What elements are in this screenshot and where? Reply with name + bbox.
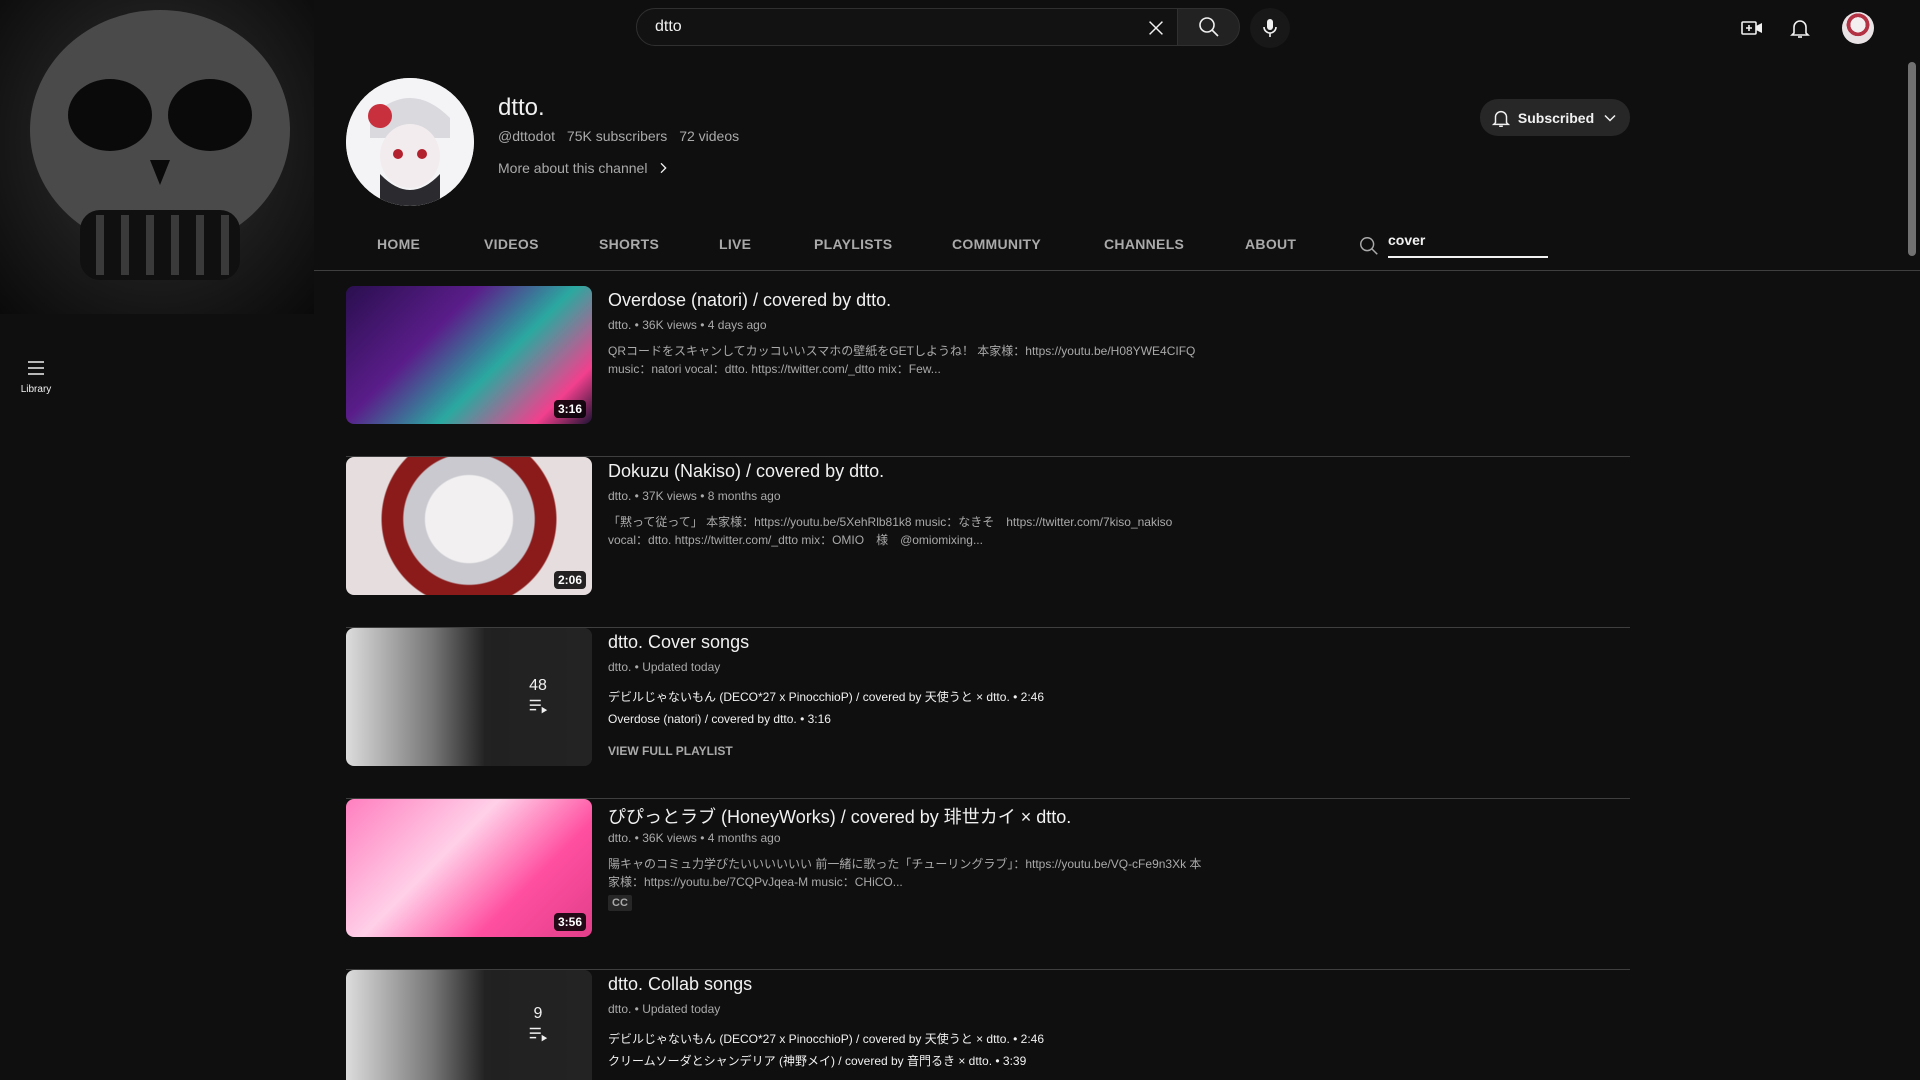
playlist-count-overlay: 9	[484, 970, 592, 1080]
voice-search-button[interactable]	[1250, 8, 1290, 48]
channel-avatar-art	[346, 78, 474, 206]
playlist-items: デビルじゃないもん (DECO*27 x PinocchioP) / cover…	[608, 686, 1044, 730]
create-button[interactable]	[1740, 16, 1764, 40]
tab-about[interactable]: ABOUT	[1245, 236, 1296, 252]
tab-channels[interactable]: CHANNELS	[1104, 236, 1184, 252]
tab-community[interactable]: COMMUNITY	[952, 236, 1041, 252]
description-line: QRコードをスキャンしてカッコいいスマホの壁紙をGETしようね！ 本家様：htt…	[608, 344, 1196, 358]
channel-search-field[interactable]	[1388, 232, 1548, 258]
view-full-playlist-link[interactable]: VIEW FULL PLAYLIST	[608, 744, 733, 758]
tab-home[interactable]: HOME	[377, 236, 420, 252]
playlist-item[interactable]: デビルじゃないもん (DECO*27 x PinocchioP) / cover…	[608, 1028, 1044, 1050]
more-about-label: More about this channel	[498, 160, 648, 176]
playlist-icon	[529, 1027, 548, 1042]
playlist-video-count: 48	[529, 677, 547, 694]
playlist-count-overlay: 48	[484, 628, 592, 766]
search-icon	[1360, 237, 1378, 255]
search-box[interactable]	[636, 8, 1178, 46]
tab-live[interactable]: LIVE	[719, 236, 751, 252]
video-thumbnail[interactable]: 3:16	[346, 286, 592, 424]
playlist-meta: dtto. • Updated today	[608, 660, 721, 674]
playlist-thumbnail[interactable]: 9	[346, 970, 592, 1080]
playlist-meta: dtto. • Updated today	[608, 1002, 721, 1016]
playlist-items: デビルじゃないもん (DECO*27 x PinocchioP) / cover…	[608, 1028, 1044, 1072]
result-item: 3:56 ぴぴっとラブ (HoneyWorks) / covered by 琲世…	[346, 799, 1630, 970]
description-line: 「黙って従って」 本家様：https://youtu.be/5XehRlb81k…	[608, 515, 1173, 529]
result-item: 2:06 Dokuzu (Nakiso) / covered by dtto. …	[346, 457, 1630, 628]
video-title[interactable]: Overdose (natori) / covered by dtto.	[608, 290, 891, 311]
video-meta: dtto. • 36K views • 4 months ago	[608, 831, 781, 845]
guide-library-label: Library	[20, 384, 52, 395]
skull-image-overlay	[0, 0, 314, 314]
library-icon	[28, 361, 44, 375]
playlist-video-count: 9	[533, 1005, 543, 1022]
video-title[interactable]: Dokuzu (Nakiso) / covered by dtto.	[608, 461, 884, 482]
description-line: music：natori vocal：dtto. https://twitter…	[608, 362, 941, 376]
search-button[interactable]	[1177, 8, 1240, 46]
bell-icon	[1790, 20, 1810, 38]
playlist-icon	[529, 699, 548, 714]
description-line: 陽キャのコミュ力学ぴたいいいいいい 前一緒に歌った「チューリングラブ」：http…	[608, 857, 1202, 871]
description-line: 家様：https://youtu.be/7CQPvJqea-M music：CH…	[608, 875, 903, 889]
video-meta: dtto. • 36K views • 4 days ago	[608, 318, 767, 332]
playlist-result-item: 9 dtto. Collab songs dtto. • Updated tod…	[346, 970, 1630, 1080]
channel-search-input[interactable]	[1388, 232, 1543, 248]
video-description: 「黙って従って」 本家様：https://youtu.be/5XehRlb81k…	[608, 513, 1228, 549]
tab-playlists[interactable]: PLAYLISTS	[814, 236, 892, 252]
chevron-down-icon	[1604, 114, 1616, 122]
video-thumbnail[interactable]: 2:06	[346, 457, 592, 595]
search-input[interactable]	[653, 17, 1127, 37]
chevron-right-icon	[660, 162, 668, 174]
more-about-channel-link[interactable]: More about this channel	[498, 160, 671, 176]
channel-tabs: HOME VIDEOS SHORTS LIVE PLAYLISTS COMMUN…	[314, 222, 1920, 271]
duration-badge: 3:56	[553, 913, 586, 931]
channel-name: dtto.	[498, 94, 545, 121]
search-icon	[1198, 17, 1219, 37]
duration-badge: 3:16	[553, 400, 586, 418]
duration-badge: 2:06	[553, 571, 586, 589]
playlist-result-item: 48 dtto. Cover songs dtto. • Updated tod…	[346, 628, 1630, 799]
channel-handle: @dttodot	[498, 128, 556, 144]
video-title[interactable]: ぴぴっとラブ (HoneyWorks) / covered by 琲世カイ × …	[608, 803, 1071, 829]
result-item: 3:16 Overdose (natori) / covered by dtto…	[346, 286, 1630, 457]
cc-badge: CC	[608, 895, 632, 911]
bell-icon	[1491, 110, 1510, 127]
playlist-title[interactable]: dtto. Collab songs	[608, 974, 752, 995]
microphone-icon	[1263, 19, 1277, 37]
skull-illustration	[30, 10, 290, 280]
tab-shorts[interactable]: SHORTS	[599, 236, 659, 252]
subscribed-label: Subscribed	[1517, 109, 1595, 126]
close-icon	[1149, 21, 1163, 35]
channel-search-button[interactable]	[1358, 235, 1380, 257]
subscribed-button[interactable]: Subscribed	[1480, 99, 1630, 136]
video-count: 72 videos	[679, 128, 740, 144]
video-description: 陽キャのコミュ力学ぴたいいいいいい 前一緒に歌った「チューリングラブ」：http…	[608, 855, 1228, 891]
video-thumbnail[interactable]: 3:56	[346, 799, 592, 937]
tab-videos[interactable]: VIDEOS	[484, 236, 539, 252]
page-scrollbar[interactable]	[1908, 62, 1916, 256]
playlist-item[interactable]: Overdose (natori) / covered by dtto. • 3…	[608, 708, 1044, 730]
create-video-icon	[1741, 21, 1762, 35]
account-avatar[interactable]	[1842, 12, 1874, 44]
subscriber-count: 75K subscribers	[566, 128, 668, 144]
clear-search-button[interactable]	[1145, 17, 1167, 39]
video-meta: dtto. • 37K views • 8 months ago	[608, 489, 781, 503]
playlist-item[interactable]: クリームソーダとシャンデリア (神野メイ) / covered by 音門るき …	[608, 1050, 1044, 1072]
video-description: QRコードをスキャンしてカッコいいスマホの壁紙をGETしようね！ 本家様：htt…	[608, 342, 1228, 378]
channel-avatar[interactable]	[346, 78, 474, 206]
guide-item-library[interactable]: Library	[0, 356, 72, 395]
channel-meta: @dttodot 75K subscribers 72 videos	[498, 128, 739, 144]
playlist-thumbnail[interactable]: 48	[346, 628, 592, 766]
description-line: vocal：dtto. https://twitter.com/_dtto mi…	[608, 533, 983, 547]
notifications-button[interactable]	[1788, 16, 1812, 40]
playlist-item[interactable]: デビルじゃないもん (DECO*27 x PinocchioP) / cover…	[608, 686, 1044, 708]
playlist-title[interactable]: dtto. Cover songs	[608, 632, 749, 653]
